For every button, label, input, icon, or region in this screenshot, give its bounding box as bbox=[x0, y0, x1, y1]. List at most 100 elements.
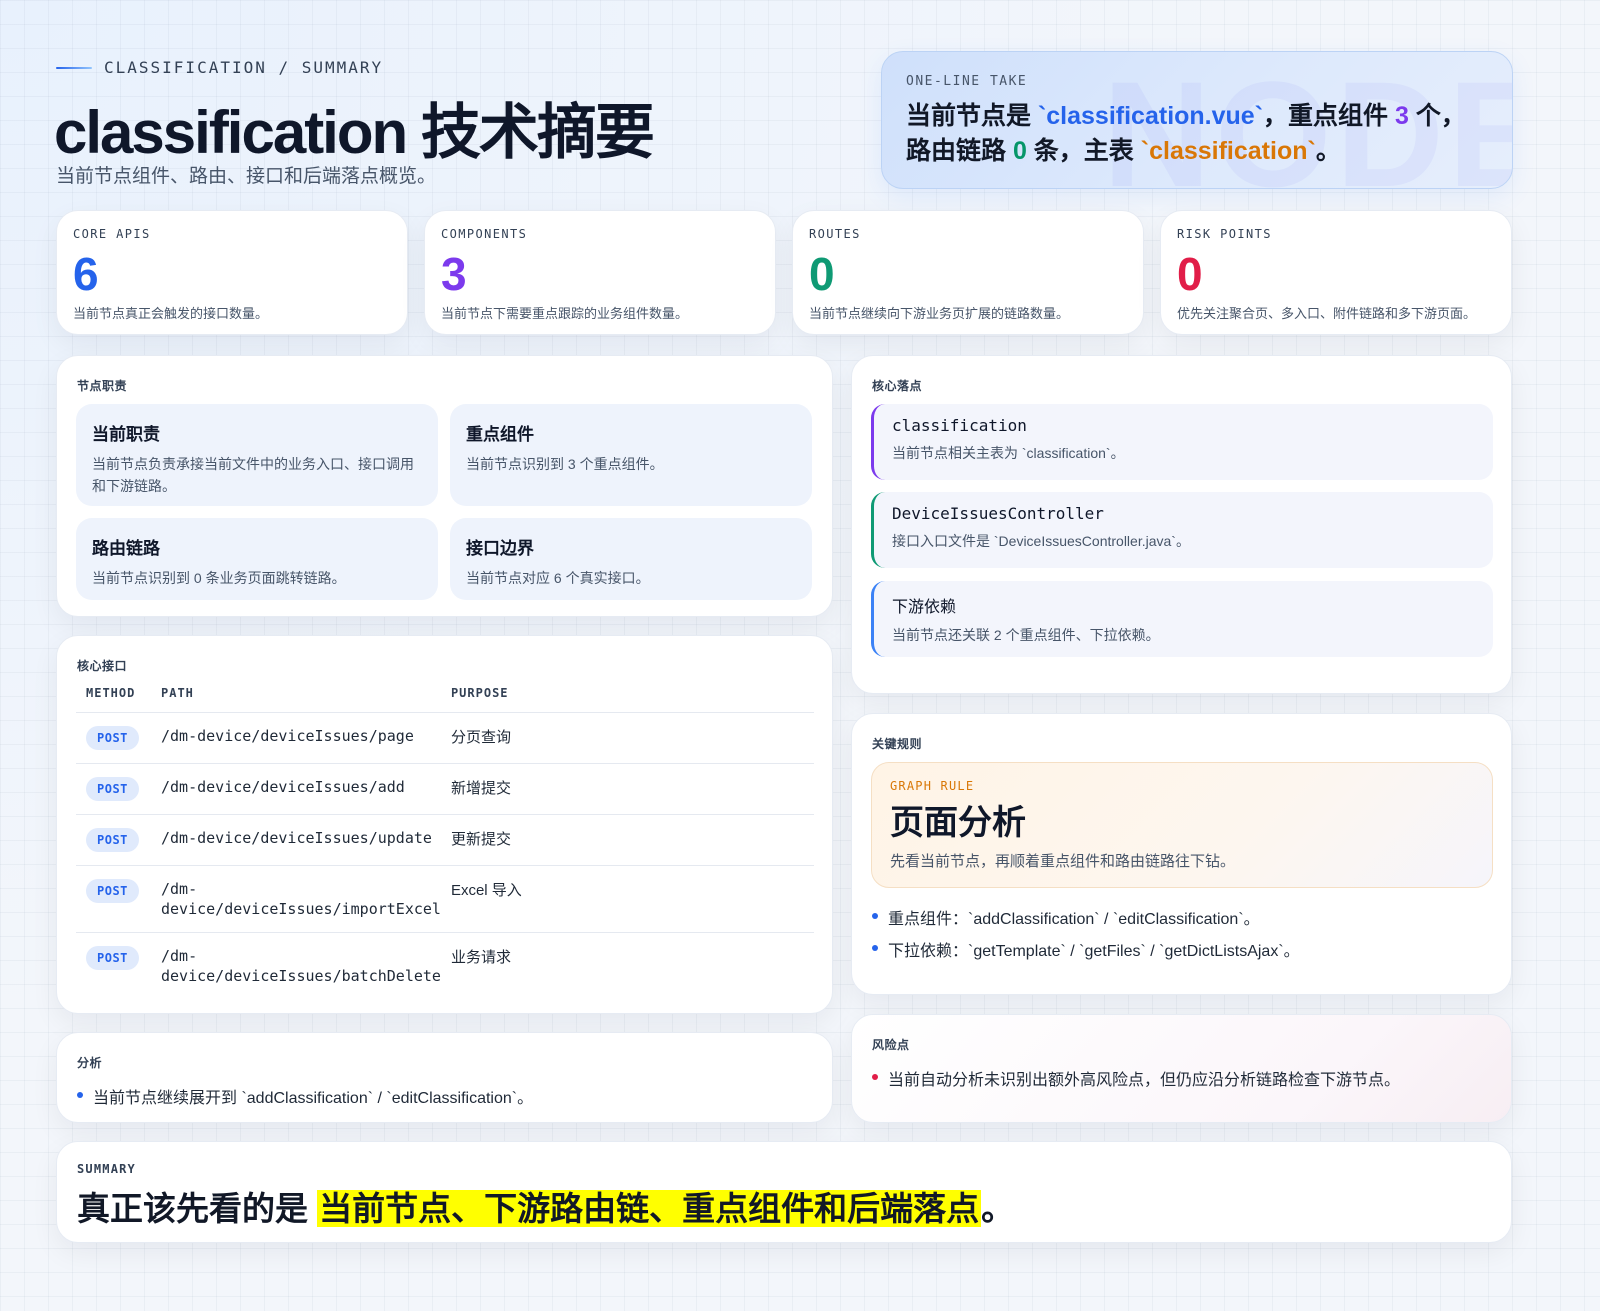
take-text-part: ，重点组件 bbox=[1263, 102, 1395, 130]
method-badge: POST bbox=[86, 828, 139, 852]
duty-item: 路由链路 当前节点识别到 0 条业务页面跳转链路。 bbox=[76, 518, 438, 600]
api-path: /dm-device/deviceIssues/update bbox=[151, 814, 441, 866]
duty-description: 当前节点对应 6 个真实接口。 bbox=[466, 570, 650, 586]
anchor-description: 接口入口文件是 `DeviceIssuesController.java`。 bbox=[892, 533, 1190, 549]
method-badge: POST bbox=[86, 879, 139, 903]
core-anchors-card: 核心落点 classification 当前节点相关主表为 `classific… bbox=[851, 355, 1512, 694]
duty-item: 当前职责 当前节点负责承接当前文件中的业务入口、接口调用和下游链路。 bbox=[76, 404, 438, 506]
summary-lead: 真正该先看的是 bbox=[77, 1190, 318, 1227]
api-path: /dm-device/deviceIssues/add bbox=[151, 763, 441, 815]
section-label: 核心落点 bbox=[872, 379, 923, 393]
stat-card-routes: ROUTES 0 当前节点继续向下游业务页扩展的链路数量。 bbox=[792, 210, 1144, 335]
stat-description: 当前节点下需要重点跟踪的业务组件数量。 bbox=[441, 306, 689, 321]
table-row: POST /dm-device/deviceIssues/batchDelete… bbox=[76, 933, 814, 1000]
api-purpose: 更新提交 bbox=[440, 814, 814, 866]
take-text-part: 当前节点是 bbox=[906, 102, 1038, 130]
duty-description: 当前节点负责承接当前文件中的业务入口、接口调用和下游链路。 bbox=[92, 456, 414, 494]
duty-description: 当前节点识别到 0 条业务页面跳转链路。 bbox=[92, 570, 346, 586]
summary-tail: 。 bbox=[981, 1190, 1015, 1227]
stat-card-risk-points: RISK POINTS 0 优先关注聚合页、多入口、附件链路和多下游页面。 bbox=[1160, 210, 1512, 335]
section-label: 关键规则 bbox=[872, 737, 923, 751]
table-row: POST /dm-device/deviceIssues/update 更新提交 bbox=[76, 814, 814, 866]
stat-label: ROUTES bbox=[809, 227, 861, 241]
take-text-part: 。 bbox=[1315, 137, 1341, 165]
page-title: classification 技术摘要 bbox=[54, 99, 655, 166]
section-label: 风险点 bbox=[872, 1038, 910, 1052]
method-badge: POST bbox=[86, 946, 139, 970]
table-row: POST /dm-device/deviceIssues/add 新增提交 bbox=[76, 763, 814, 815]
node-duties-card: 节点职责 当前职责 当前节点负责承接当前文件中的业务入口、接口调用和下游链路。 … bbox=[56, 355, 833, 617]
api-purpose: 业务请求 bbox=[450, 949, 511, 966]
api-table: METHOD PATH PURPOSE POST /dm-device/devi… bbox=[76, 682, 814, 999]
table-row: POST /dm-device/deviceIssues/page 分页查询 bbox=[76, 712, 814, 764]
stat-description: 优先关注聚合页、多入口、附件链路和多下游页面。 bbox=[1177, 306, 1477, 321]
method-badge: POST bbox=[86, 777, 139, 801]
eyebrow-accent-line bbox=[56, 66, 92, 69]
column-header-method: METHOD bbox=[76, 682, 151, 713]
rule-description: 先看当前节点，再顺着重点组件和路由链路往下钻。 bbox=[890, 853, 1236, 870]
page-subtitle: 当前节点组件、路由、接口和后端落点概览。 bbox=[56, 166, 437, 187]
stat-card-components: COMPONENTS 3 当前节点下需要重点跟踪的业务组件数量。 bbox=[424, 210, 776, 335]
stat-value: 0 bbox=[1177, 248, 1203, 300]
key-rules-card: 关键规则 GRAPH RULE 页面分析 先看当前节点，再顺着重点组件和路由链路… bbox=[851, 713, 1512, 995]
api-purpose: 分页查询 bbox=[440, 712, 814, 764]
rule-label: GRAPH RULE bbox=[890, 779, 975, 793]
page-eyebrow: CLASSIFICATION / SUMMARY bbox=[56, 58, 383, 77]
duty-title: 路由链路 bbox=[92, 539, 160, 558]
stat-label: RISK POINTS bbox=[1177, 227, 1272, 241]
anchor-title: classification bbox=[892, 416, 1027, 435]
stat-value: 0 bbox=[809, 248, 835, 300]
api-table-header: METHOD PATH PURPOSE bbox=[76, 682, 814, 713]
stat-value: 3 bbox=[441, 248, 467, 300]
section-label: 分析 bbox=[77, 1056, 103, 1070]
anchor-description: 当前节点相关主表为 `classification`。 bbox=[892, 445, 1125, 461]
api-purpose: 新增提交 bbox=[440, 763, 814, 815]
take-component-count: 3 bbox=[1394, 102, 1409, 130]
stat-value: 6 bbox=[73, 248, 99, 300]
analysis-card: 分析 当前节点继续展开到 `addClassification` / `edit… bbox=[56, 1032, 833, 1123]
stat-description: 当前节点继续向下游业务页扩展的链路数量。 bbox=[809, 306, 1070, 321]
graph-rule-box: GRAPH RULE 页面分析 先看当前节点，再顺着重点组件和路由链路往下钻。 bbox=[871, 762, 1493, 888]
take-table-name: `classification` bbox=[1140, 137, 1316, 165]
core-apis-card: 核心接口 METHOD PATH PURPOSE POST /dm-device… bbox=[56, 635, 833, 1014]
summary-highlight: 当前节点、下游路由链、重点组件和后端落点 bbox=[317, 1190, 982, 1227]
duty-grid: 当前职责 当前节点负责承接当前文件中的业务入口、接口调用和下游链路。 重点组件 … bbox=[76, 404, 814, 600]
anchor-description: 当前节点还关联 2 个重点组件、下拉依赖。 bbox=[892, 627, 1160, 643]
summary-card: SUMMARY 真正该先看的是 当前节点、下游路由链、重点组件和后端落点。 bbox=[56, 1141, 1512, 1243]
column-header-purpose: PURPOSE bbox=[440, 682, 814, 713]
rule-bullet: 重点组件：`addClassification` / `editClassifi… bbox=[872, 905, 1260, 929]
section-label: 节点职责 bbox=[77, 379, 128, 393]
column-header-path: PATH bbox=[151, 682, 441, 713]
risk-card: 风险点 当前自动分析未识别出额外高风险点，但仍应沿分析链路检查下游节点。 bbox=[851, 1014, 1512, 1123]
table-row: POST /dm-device/deviceIssues/importExcel… bbox=[76, 865, 814, 933]
stat-description: 当前节点真正会触发的接口数量。 bbox=[73, 306, 269, 321]
anchor-title: 下游依赖 bbox=[892, 599, 957, 616]
rule-bullet: 下拉依赖：`getTemplate` / `getFiles` / `getDi… bbox=[872, 937, 1300, 961]
take-file-name: `classification.vue` bbox=[1037, 102, 1264, 130]
stat-card-core-apis: CORE APIS 6 当前节点真正会触发的接口数量。 bbox=[56, 210, 408, 335]
duty-title: 接口边界 bbox=[466, 539, 534, 558]
anchor-item: classification 当前节点相关主表为 `classification… bbox=[871, 404, 1493, 480]
api-path: /dm-device/deviceIssues/importExcel bbox=[151, 865, 441, 933]
duty-title: 当前职责 bbox=[92, 425, 160, 444]
rule-title: 页面分析 bbox=[890, 804, 1026, 842]
take-label: ONE-LINE TAKE bbox=[906, 74, 1028, 89]
analysis-bullet: 当前节点继续展开到 `addClassification` / `editCla… bbox=[77, 1084, 533, 1108]
api-path: /dm-device/deviceIssues/page bbox=[151, 712, 441, 764]
anchor-item: DeviceIssuesController 接口入口文件是 `DeviceIs… bbox=[871, 492, 1493, 568]
duty-item: 重点组件 当前节点识别到 3 个重点组件。 bbox=[450, 404, 812, 506]
stat-label: COMPONENTS bbox=[441, 227, 528, 241]
anchor-item: 下游依赖 当前节点还关联 2 个重点组件、下拉依赖。 bbox=[871, 581, 1493, 657]
method-badge: POST bbox=[86, 726, 139, 750]
duty-title: 重点组件 bbox=[466, 425, 534, 444]
one-line-take-card: NODE ONE-LINE TAKE 当前节点是 `classification… bbox=[881, 51, 1513, 189]
summary-text: 真正该先看的是 当前节点、下游路由链、重点组件和后端落点。 bbox=[77, 1182, 1014, 1230]
take-text-part: 条，主表 bbox=[1026, 137, 1141, 165]
take-text: 当前节点是 `classification.vue`，重点组件 3 个，路由链路… bbox=[906, 99, 1488, 169]
api-path: /dm-device/deviceIssues/batchDelete bbox=[161, 947, 441, 985]
section-label: SUMMARY bbox=[77, 1162, 136, 1176]
take-route-count: 0 bbox=[1012, 137, 1027, 165]
stat-label: CORE APIS bbox=[73, 227, 151, 241]
api-purpose: Excel 导入 bbox=[440, 865, 814, 933]
anchor-title: DeviceIssuesController bbox=[892, 504, 1104, 523]
